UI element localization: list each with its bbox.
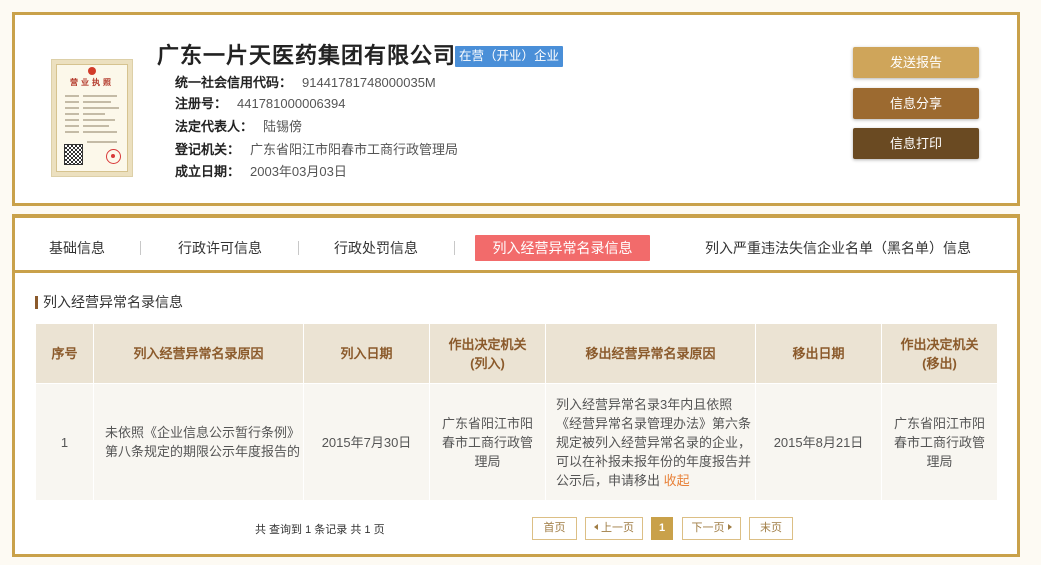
section-marker — [35, 296, 38, 309]
tab-separator — [298, 241, 299, 255]
cell-remove-authority: 广东省阳江市阳春市工商行政管理局 — [881, 383, 998, 501]
header-line: (列入) — [470, 355, 505, 371]
next-page-button[interactable]: 下一页 — [682, 517, 741, 540]
license-paper: 营业执照 — [56, 64, 128, 172]
table-row: 1 未依照《企业信息公示暂行条例》第八条规定的期限公示年度报告的 2015年7月… — [35, 383, 998, 501]
current-page-button[interactable]: 1 — [651, 517, 673, 540]
info-row-credit-code: 统一社会信用代码： 91441781748000035M — [175, 74, 436, 92]
license-text-line — [83, 119, 115, 121]
detail-card: 基础信息 行政许可信息 行政处罚信息 列入经营异常名录信息 列入严重违法失信企业… — [12, 214, 1020, 557]
chevron-right-icon — [727, 524, 732, 531]
first-page-button[interactable]: 首页 — [532, 517, 577, 540]
official-seal-icon — [106, 149, 121, 164]
license-title: 营业执照 — [70, 78, 114, 87]
status-badge: 在营（开业）企业 — [455, 46, 563, 67]
tab-administrative-license[interactable]: 行政许可信息 — [178, 235, 262, 261]
tab-separator — [140, 241, 141, 255]
tab-blacklist[interactable]: 列入严重违法失信企业名单（黑名单）信息 — [705, 235, 971, 261]
license-text-line — [83, 113, 105, 115]
info-row-establish-date: 成立日期： 2003年03月03日 — [175, 163, 347, 181]
license-text-line — [83, 125, 109, 127]
cell-list-authority: 广东省阳江市阳春市工商行政管理局 — [429, 383, 546, 501]
license-text-line — [83, 131, 117, 133]
info-label: 法定代表人： — [175, 119, 254, 134]
license-text-line — [83, 101, 111, 103]
header-list-date: 列入日期 — [303, 323, 430, 384]
prev-page-button[interactable]: 上一页 — [585, 517, 643, 540]
remove-reason-text: 列入经营异常名录3年内且依照《经营异常名录管理办法》第六条规定被列入经营异常名录… — [556, 396, 752, 488]
info-value: 广东省阳江市阳春市工商行政管理局 — [250, 142, 459, 157]
info-row-registration-number: 注册号： 441781000006394 — [175, 95, 345, 113]
header-remove-reason: 移出经营异常名录原因 — [545, 323, 756, 384]
abnormal-list-table: 序号 列入经营异常名录原因 列入日期 作出决定机关 (列入) 移出经营异常名录原… — [35, 323, 998, 501]
section-title: 列入经营异常名录信息 — [43, 294, 183, 310]
license-text-line — [65, 119, 79, 121]
license-text-line — [65, 125, 79, 127]
header-line: 作出决定机关 — [900, 336, 979, 352]
next-page-label: 下一页 — [691, 522, 725, 534]
business-license-image[interactable]: 营业执照 — [52, 60, 132, 176]
header-remove-authority: 作出决定机关 (移出) — [881, 323, 998, 384]
license-text-line — [65, 95, 79, 97]
license-text-line — [65, 131, 79, 133]
info-value: 陆锡傍 — [263, 119, 303, 134]
header-list-authority: 作出决定机关 (列入) — [429, 323, 546, 384]
company-name: 广东一片天医药集团有限公司 — [157, 43, 457, 68]
info-label: 统一社会信用代码： — [175, 75, 293, 90]
print-info-button[interactable]: 信息打印 — [853, 128, 979, 159]
last-page-button[interactable]: 末页 — [749, 517, 793, 540]
cell-list-date: 2015年7月30日 — [303, 383, 430, 501]
info-label: 注册号： — [175, 96, 228, 111]
tab-separator — [454, 241, 455, 255]
license-text-line — [65, 101, 79, 103]
header-remove-date: 移出日期 — [755, 323, 882, 384]
info-label: 登记机关： — [175, 142, 241, 157]
header-list-reason: 列入经营异常名录原因 — [93, 323, 304, 384]
cell-remove-date: 2015年8月21日 — [755, 383, 882, 501]
table-header-row: 序号 列入经营异常名录原因 列入日期 作出决定机关 (列入) 移出经营异常名录原… — [35, 323, 998, 384]
header-line: (移出) — [922, 355, 957, 371]
pagination-summary: 共 查询到 1 条记录 共 1 页 — [255, 524, 385, 536]
tab-basic-info[interactable]: 基础信息 — [49, 235, 105, 261]
license-text-line — [65, 107, 79, 109]
share-info-button[interactable]: 信息分享 — [853, 88, 979, 119]
cell-seq: 1 — [35, 383, 94, 501]
collapse-link[interactable]: 收起 — [664, 473, 690, 488]
license-text-line — [83, 107, 119, 109]
tab-abnormal-operation[interactable]: 列入经营异常名录信息 — [475, 235, 650, 261]
info-value: 441781000006394 — [237, 96, 346, 111]
qr-code-icon — [64, 144, 83, 165]
company-header-card: 营业执照 广东一片天医药集团有限公司 在营（开业）企业 统一社会信用代码： 914… — [12, 12, 1020, 206]
prev-page-label: 上一页 — [601, 522, 634, 534]
license-text-line — [65, 113, 79, 115]
national-emblem-icon — [88, 67, 96, 75]
info-row-legal-representative: 法定代表人： 陆锡傍 — [175, 118, 302, 136]
info-label: 成立日期： — [175, 164, 241, 179]
header-line: 作出决定机关 — [448, 336, 527, 352]
header-seq: 序号 — [35, 323, 94, 384]
tab-administrative-penalty[interactable]: 行政处罚信息 — [334, 235, 418, 261]
license-text-line — [87, 141, 117, 143]
cell-remove-reason: 列入经营异常名录3年内且依照《经营异常名录管理办法》第六条规定被列入经营异常名录… — [545, 383, 756, 501]
send-report-button[interactable]: 发送报告 — [853, 47, 979, 78]
chevron-left-icon — [594, 524, 598, 531]
cell-list-reason: 未依照《企业信息公示暂行条例》第八条规定的期限公示年度报告的 — [93, 383, 304, 501]
license-text-line — [83, 95, 117, 97]
info-value: 2003年03月03日 — [250, 164, 347, 179]
info-row-registration-authority: 登记机关： 广东省阳江市阳春市工商行政管理局 — [175, 141, 458, 159]
tab-underline — [15, 270, 1017, 273]
info-value: 91441781748000035M — [302, 75, 436, 90]
